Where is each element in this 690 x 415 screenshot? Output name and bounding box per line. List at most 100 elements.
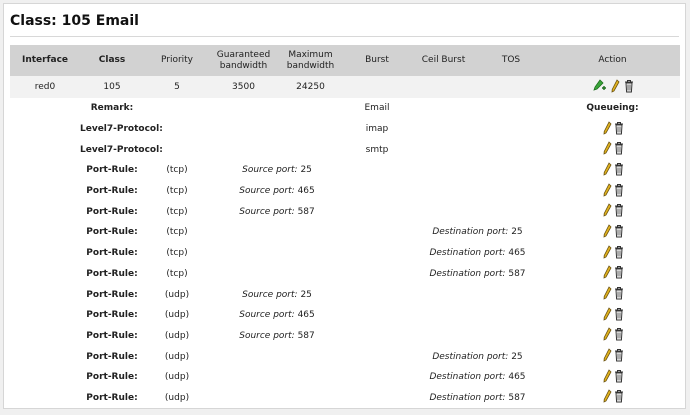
pencil-icon[interactable]	[603, 182, 612, 200]
source-port-value: 587	[297, 330, 315, 341]
destination-port-cell: Destination port: 465	[410, 243, 545, 264]
port-rule-label: Port-Rule:	[86, 351, 138, 362]
destination-port-cell: Destination port: 25	[410, 346, 545, 367]
cell-maximum: 24250	[277, 76, 344, 98]
port-rule-label: Port-Rule:	[86, 372, 138, 383]
protocol-value: smtp	[365, 144, 389, 155]
port-rule-row: Port-Rule: (udp) Source port: 25	[10, 284, 680, 305]
cell-ceil-burst	[410, 76, 477, 98]
pencil-icon[interactable]	[603, 244, 612, 262]
rule-actions	[545, 119, 680, 140]
header-ceil-burst: Ceil Burst	[410, 45, 477, 76]
trash-icon[interactable]	[614, 162, 624, 179]
source-port-label: Source port:	[242, 165, 298, 176]
port-rule-label: Port-Rule:	[86, 268, 138, 279]
pencil-icon[interactable]	[603, 265, 612, 282]
pencil-icon[interactable]	[603, 224, 612, 241]
source-port-cell: Source port: 587	[210, 201, 344, 222]
pencil-icon[interactable]	[603, 369, 612, 386]
trash-icon[interactable]	[614, 348, 624, 365]
pencil-icon[interactable]	[603, 141, 612, 158]
port-rule-label: Port-Rule:	[86, 186, 138, 197]
pencil-icon[interactable]	[603, 120, 612, 138]
destination-port-value: 465	[508, 372, 526, 383]
destination-port-label: Destination port:	[429, 372, 506, 383]
port-rule-protocol: (udp)	[164, 289, 190, 300]
queueing-label: Queueing:	[586, 103, 639, 114]
source-port-label: Source port:	[242, 289, 298, 300]
port-rule-label: Port-Rule:	[86, 206, 138, 217]
port-rule-row: Port-Rule: (udp) Source port: 587	[10, 326, 680, 347]
destination-port-value: 25	[511, 227, 523, 238]
rule-actions	[545, 388, 680, 409]
destination-port-cell	[410, 305, 545, 326]
source-port-label: Source port:	[239, 330, 295, 341]
pencil-icon[interactable]	[603, 162, 612, 179]
destination-port-cell: Destination port: 587	[410, 388, 545, 409]
port-rule-protocol: (tcp)	[166, 248, 188, 259]
port-rule-row: Port-Rule: (udp) Destination port: 587	[10, 388, 680, 409]
source-port-cell	[210, 264, 344, 285]
port-rule-label: Port-Rule:	[86, 289, 138, 300]
destination-port-label: Destination port:	[429, 248, 506, 259]
port-rule-protocol: (udp)	[164, 351, 190, 362]
trash-icon[interactable]	[614, 245, 624, 262]
header-guaranteed-line2: bandwidth	[219, 60, 268, 71]
trash-icon[interactable]	[614, 369, 624, 386]
port-rule-label: Port-Rule:	[86, 310, 138, 321]
source-port-cell	[210, 222, 344, 243]
trash-icon[interactable]	[614, 307, 624, 324]
source-port-cell: Source port: 587	[210, 326, 344, 347]
pencil-icon[interactable]	[611, 78, 620, 96]
port-rule-protocol: (udp)	[164, 330, 190, 341]
remark-value: Email	[364, 103, 390, 114]
port-rule-row: Port-Rule: (tcp) Source port: 465	[10, 181, 680, 202]
source-port-label: Source port:	[239, 186, 295, 197]
destination-port-value: 587	[508, 392, 526, 403]
header-interface: Interface	[10, 45, 80, 76]
add-subclass-icon[interactable]	[592, 78, 606, 96]
cell-tos	[477, 76, 545, 98]
trash-icon[interactable]	[614, 203, 624, 220]
pencil-icon[interactable]	[603, 389, 612, 406]
header-class: Class	[80, 45, 144, 76]
header-guaranteed-line1: Guaranteed	[216, 49, 271, 60]
rule-actions	[545, 222, 680, 243]
trash-icon[interactable]	[614, 141, 624, 158]
rule-actions	[545, 201, 680, 222]
header-priority: Priority	[144, 45, 210, 76]
cell-burst	[344, 76, 410, 98]
source-port-cell	[210, 367, 344, 388]
port-rule-row: Port-Rule: (udp) Destination port: 465	[10, 367, 680, 388]
protocol-label: Level7-Protocol:	[80, 144, 163, 155]
trash-icon[interactable]	[614, 265, 624, 282]
pencil-icon[interactable]	[603, 348, 612, 365]
port-rule-row: Port-Rule: (tcp) Source port: 25	[10, 160, 680, 181]
source-port-label: Source port:	[239, 310, 295, 321]
trash-icon[interactable]	[614, 327, 624, 344]
destination-port-label: Destination port:	[432, 227, 509, 238]
pencil-icon[interactable]	[603, 203, 612, 220]
pencil-icon[interactable]	[603, 327, 612, 344]
source-port-value: 587	[297, 206, 315, 217]
trash-icon[interactable]	[614, 183, 624, 200]
trash-icon[interactable]	[624, 79, 634, 96]
port-rule-label: Port-Rule:	[86, 330, 138, 341]
trash-icon[interactable]	[614, 286, 624, 303]
port-rule-protocol: (udp)	[164, 392, 190, 403]
header-guaranteed: Guaranteed bandwidth	[210, 45, 277, 76]
trash-icon[interactable]	[614, 224, 624, 241]
port-rule-protocol: (tcp)	[166, 227, 188, 238]
cell-class: 105	[80, 76, 144, 98]
pencil-icon[interactable]	[603, 286, 612, 303]
port-rule-label: Port-Rule:	[86, 165, 138, 176]
trash-icon[interactable]	[614, 121, 624, 138]
destination-port-cell	[410, 326, 545, 347]
source-port-label: Source port:	[239, 206, 295, 217]
source-port-value: 465	[297, 186, 315, 197]
header-burst: Burst	[344, 45, 410, 76]
header-maximum-line1: Maximum	[288, 49, 333, 60]
trash-icon[interactable]	[614, 389, 624, 406]
rule-actions	[545, 284, 680, 305]
pencil-icon[interactable]	[603, 307, 612, 324]
